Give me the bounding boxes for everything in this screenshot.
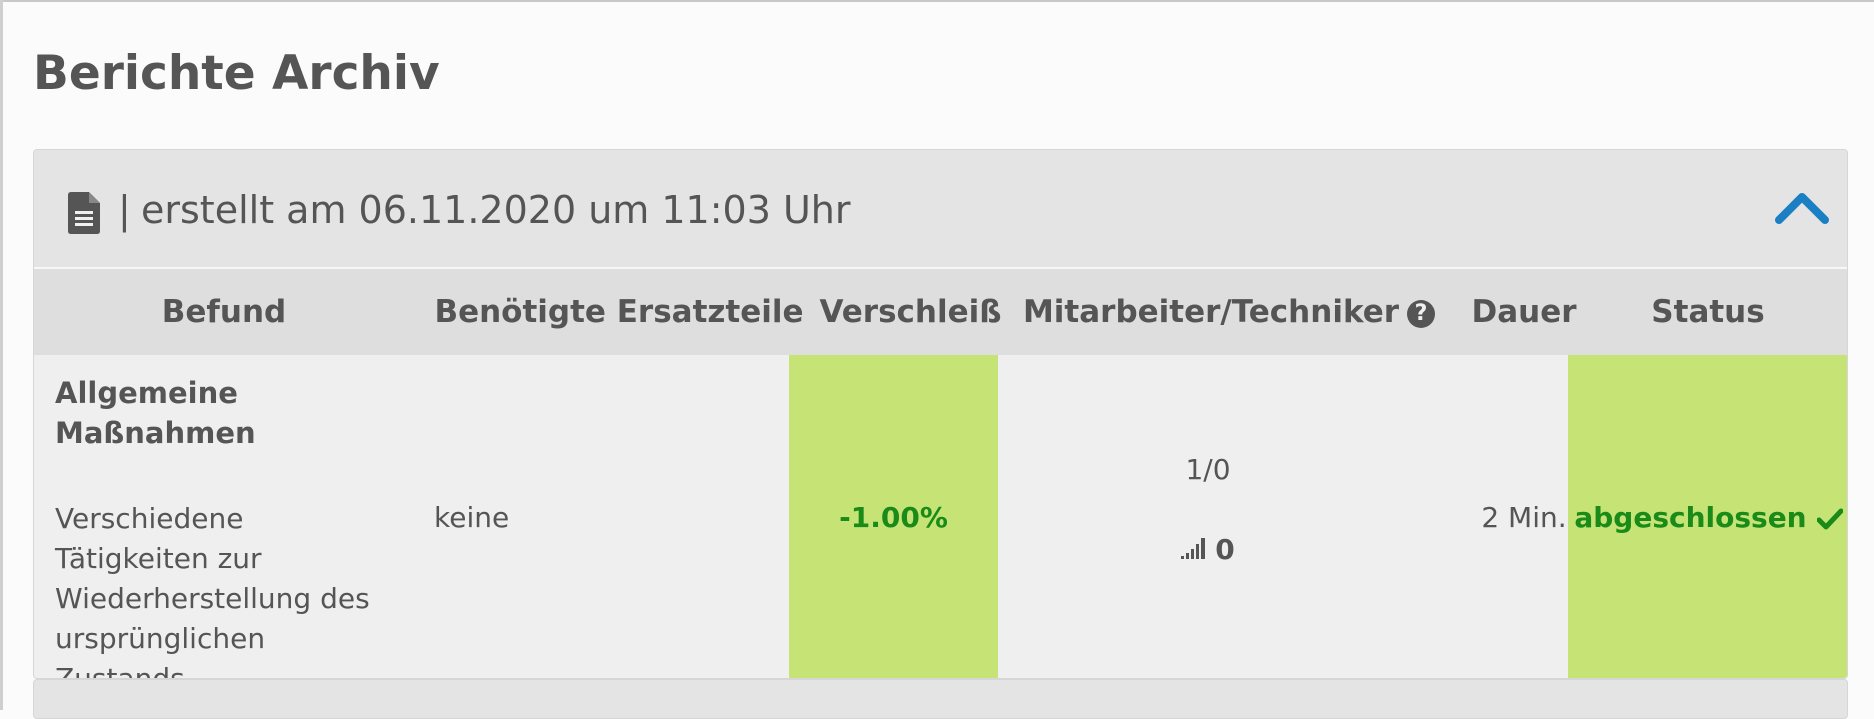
- table-row: Allgemeine Maßnahmen Verschiedene Tätigk…: [34, 355, 1847, 678]
- column-status: Status: [1651, 294, 1765, 330]
- cell-ersatzteile: keine: [34, 355, 789, 678]
- next-report-panel[interactable]: [33, 679, 1848, 719]
- mitarbeiter-count: 1/0: [1185, 453, 1231, 486]
- chevron-up-icon[interactable]: [1775, 188, 1829, 228]
- report-created-date: erstellt am 06.11.2020 um 11:03 Uhr: [141, 188, 851, 232]
- status-label: abgeschlossen: [1574, 501, 1807, 534]
- report-panel-header[interactable]: | erstellt am 06.11.2020 um 11:03 Uhr: [34, 150, 1847, 269]
- header-separator: |: [118, 188, 131, 232]
- skill-level-value: 0: [1215, 533, 1235, 566]
- verschleiss-value: -1.00%: [839, 501, 948, 534]
- report-panel: | erstellt am 06.11.2020 um 11:03 Uhr Be…: [33, 149, 1848, 679]
- page-title: Berichte Archiv: [33, 46, 440, 101]
- left-border: [0, 0, 3, 710]
- signal-bars-icon: [1181, 538, 1206, 559]
- column-mitarbeiter-label: Mitarbeiter/Techniker: [1022, 294, 1400, 330]
- ersatzteile-value: keine: [434, 501, 510, 534]
- cell-verschleiss: -1.00%: [789, 355, 998, 678]
- check-icon: [1816, 508, 1843, 530]
- column-mitarbeiter: Mitarbeiter/Techniker?: [1014, 269, 1444, 355]
- cell-status: abgeschlossen: [1568, 355, 1847, 678]
- column-befund: Befund: [161, 294, 287, 330]
- question-circle-icon[interactable]: ?: [1407, 299, 1436, 328]
- skill-level: 0: [998, 533, 1418, 566]
- table-header: Befund Benötigte Ersatzteile Verschleiß …: [34, 269, 1847, 355]
- column-ersatzteile: Benötigte Ersatzteile: [434, 294, 804, 330]
- cell-mitarbeiter: 1/0 0: [998, 355, 1418, 678]
- column-verschleiss: Verschleiß: [819, 294, 1002, 330]
- status-badge: abgeschlossen: [1568, 355, 1847, 678]
- document-icon: [68, 192, 100, 234]
- top-border: [0, 0, 1874, 2]
